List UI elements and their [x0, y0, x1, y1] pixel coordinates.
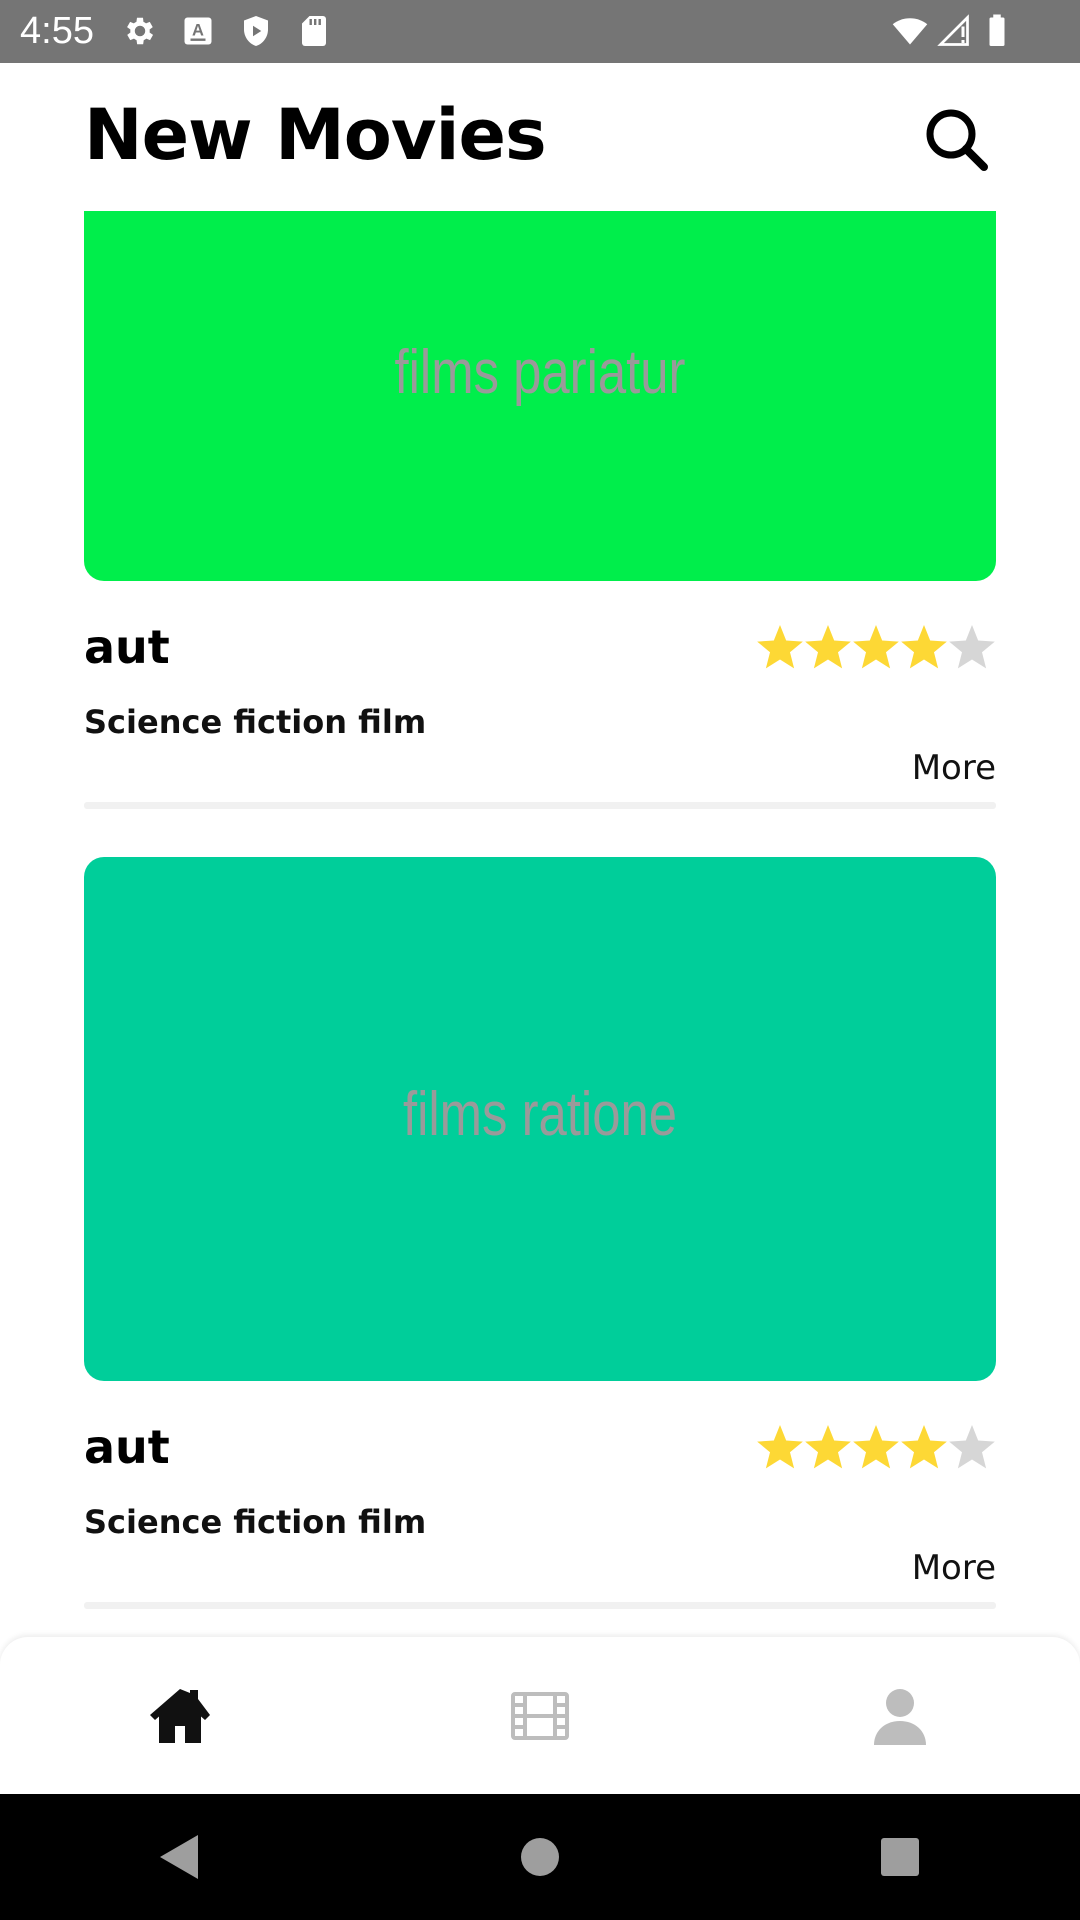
sd-card-icon — [302, 16, 326, 46]
search-button[interactable] — [920, 103, 992, 175]
star-empty-icon — [949, 625, 995, 669]
poster-text: films pariatur — [394, 338, 686, 407]
star-filled-icon — [853, 625, 899, 669]
page-title: New Movies — [84, 94, 547, 176]
status-time: 4:55 — [20, 10, 94, 52]
movie-card[interactable]: films ratione aut Science fiction film M… — [84, 857, 996, 1637]
more-link[interactable]: More — [912, 747, 996, 789]
home-circle-icon — [521, 1838, 559, 1876]
more-link[interactable]: More — [912, 1547, 996, 1589]
home-button[interactable] — [360, 1794, 720, 1920]
keyboard-a-icon: A — [184, 17, 212, 45]
star-filled-icon — [757, 625, 803, 669]
film-icon — [511, 1691, 569, 1740]
search-icon — [926, 109, 988, 171]
bottom-navigation — [0, 1637, 1080, 1794]
movie-genre: Science fiction film — [84, 1503, 427, 1541]
movie-title: aut — [84, 1420, 170, 1474]
svg-text:A: A — [192, 22, 204, 40]
star-empty-icon — [949, 1425, 995, 1469]
star-filled-icon — [901, 1425, 947, 1469]
recents-icon — [881, 1838, 919, 1876]
recents-button[interactable] — [720, 1794, 1080, 1920]
back-icon — [160, 1835, 198, 1879]
star-filled-icon — [901, 625, 947, 669]
movie-list[interactable]: films pariatur aut Science fiction film … — [0, 211, 1080, 1637]
nav-item-profile[interactable] — [720, 1637, 1080, 1794]
card-divider — [84, 1602, 996, 1609]
rating-stars — [757, 1425, 995, 1469]
star-filled-icon — [853, 1425, 899, 1469]
nav-item-home[interactable] — [0, 1637, 360, 1794]
card-divider — [84, 802, 996, 809]
signal-icon — [937, 14, 969, 46]
star-filled-icon — [805, 625, 851, 669]
rating-stars — [757, 625, 995, 669]
movie-card[interactable]: films pariatur aut Science fiction film … — [84, 211, 996, 869]
movie-genre: Science fiction film — [84, 703, 427, 741]
system-navigation-bar — [0, 1794, 1080, 1920]
back-button[interactable] — [0, 1794, 360, 1920]
home-icon — [150, 1688, 210, 1743]
app-header: New Movies — [0, 63, 1080, 211]
star-filled-icon — [757, 1425, 803, 1469]
profile-icon — [874, 1688, 926, 1745]
play-protect-icon — [244, 16, 268, 46]
nav-item-movies[interactable] — [360, 1637, 720, 1794]
movie-poster[interactable]: films ratione — [84, 857, 996, 1381]
movie-poster[interactable]: films pariatur — [84, 211, 996, 581]
movie-title: aut — [84, 620, 170, 674]
status-bar: 4:55 A — [0, 0, 1080, 63]
battery-icon — [989, 14, 1005, 46]
star-filled-icon — [805, 1425, 851, 1469]
settings-icon — [127, 17, 154, 45]
wifi-icon — [892, 18, 928, 45]
poster-text: films ratione — [402, 1080, 678, 1149]
